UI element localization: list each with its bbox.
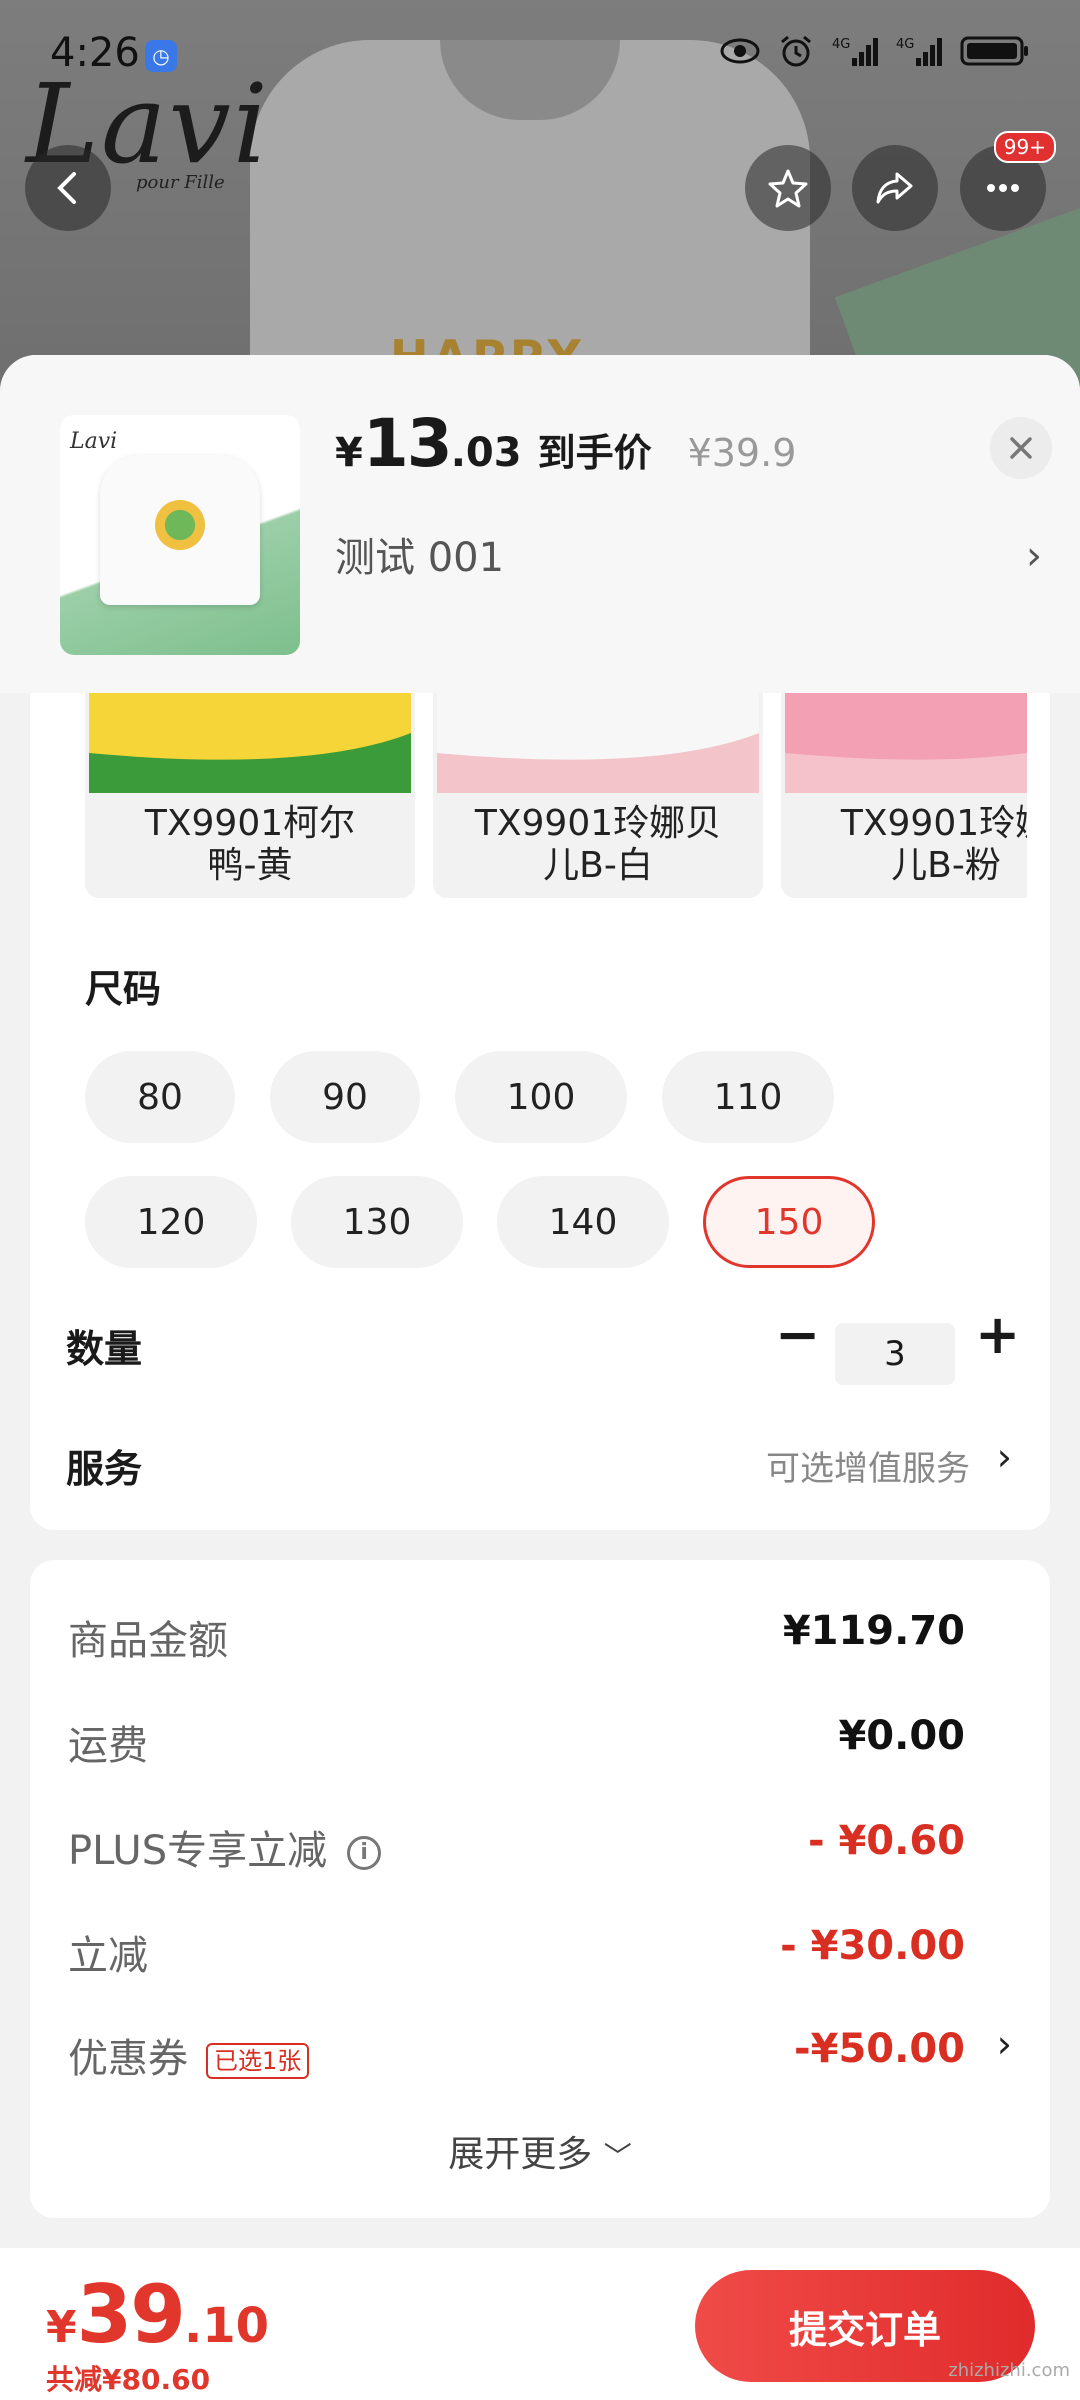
size-option-80[interactable]: 80 bbox=[85, 1051, 235, 1143]
status-time: 4:26 bbox=[50, 30, 140, 76]
color-label: TX9901玲娜贝 儿B-白 bbox=[474, 803, 722, 886]
size-option-130[interactable]: 130 bbox=[291, 1176, 463, 1268]
brand-subtitle: pour Fille bbox=[136, 172, 225, 193]
color-swatch-image bbox=[437, 693, 759, 793]
watermark: zhizhizhi.com bbox=[948, 2360, 1070, 2381]
close-button[interactable] bbox=[990, 417, 1052, 479]
svg-text:4G: 4G bbox=[896, 37, 914, 52]
size-option-120[interactable]: 120 bbox=[85, 1176, 257, 1268]
instant-discount-value: - ¥30.00 bbox=[780, 1923, 965, 1969]
price-row: ¥ 13 .03 到手价 ¥39.9 bbox=[335, 405, 796, 482]
total-saved: 共减¥80.60 bbox=[46, 2363, 211, 2396]
quantity-plus-button[interactable]: + bbox=[975, 1303, 1020, 1366]
quantity-input[interactable]: 3 bbox=[835, 1323, 955, 1385]
original-price: ¥39.9 bbox=[687, 431, 797, 475]
color-option-2[interactable]: TX9901玲娜贝 儿B-白 bbox=[433, 693, 763, 898]
shipping-label: 运费 bbox=[68, 1723, 148, 1769]
goods-amount-value: ¥119.70 bbox=[782, 1608, 965, 1654]
color-option-1[interactable]: TX9901柯尔 鸭-黄 bbox=[85, 693, 415, 898]
goods-amount-label: 商品金额 bbox=[68, 1618, 228, 1664]
price-decimal: .03 bbox=[450, 430, 522, 476]
service-value[interactable]: 可选增值服务 bbox=[766, 1441, 970, 1490]
product-thumbnail[interactable]: Lavi bbox=[60, 415, 300, 655]
price-integer: 13 bbox=[362, 405, 453, 482]
size-option-110[interactable]: 110 bbox=[662, 1051, 834, 1143]
thumbnail-brand: Lavi bbox=[70, 429, 118, 454]
quantity-title: 数量 bbox=[66, 1327, 143, 1371]
size-option-140[interactable]: 140 bbox=[497, 1176, 669, 1268]
size-option-150-selected[interactable]: 150 bbox=[703, 1176, 875, 1268]
share-icon bbox=[876, 172, 913, 204]
eye-icon bbox=[720, 38, 760, 64]
back-button[interactable] bbox=[25, 145, 111, 231]
plus-discount-label: PLUS专享立减 i bbox=[68, 1818, 382, 1876]
info-icon[interactable]: i bbox=[347, 1836, 382, 1870]
notification-badge: 99+ bbox=[993, 131, 1056, 163]
final-price-label: 到手价 bbox=[537, 431, 652, 475]
star-icon bbox=[768, 169, 808, 208]
color-options: TX9901柯尔鸭-黄 TX9901玲娜贝儿B-白 TX9901玲娜儿B bbox=[85, 693, 1027, 898]
chevron-left-icon bbox=[57, 172, 76, 204]
coupon-label[interactable]: 优惠券 已选1张 bbox=[68, 2026, 310, 2084]
color-label: TX9901柯尔 鸭-黄 bbox=[144, 803, 356, 886]
svg-text:4G: 4G bbox=[832, 37, 850, 52]
close-icon bbox=[1010, 437, 1032, 459]
color-swatch-image bbox=[785, 693, 1027, 793]
color-option-3[interactable]: TX9901玲娜儿B-粉 bbox=[781, 693, 1027, 898]
alarm-icon bbox=[781, 35, 811, 67]
coupon-selected-tag: 已选1张 bbox=[206, 2043, 310, 2079]
size-option-90[interactable]: 90 bbox=[270, 1051, 420, 1143]
coupon-value[interactable]: -¥50.00 bbox=[794, 2026, 965, 2072]
sheet-header: Lavi ¥ 13 .03 到手价 ¥39.9 测试 001 › bbox=[0, 355, 1080, 693]
checkout-bar: ¥ 39 .10 共减¥80.60 提交订单 bbox=[0, 2248, 1080, 2400]
size-title: 尺码 bbox=[85, 967, 162, 1011]
chevron-right-icon[interactable]: › bbox=[997, 1435, 1012, 1479]
color-swatch-image bbox=[89, 693, 411, 793]
price-symbol: ¥ bbox=[335, 430, 363, 476]
total-price: ¥ 39 .10 bbox=[46, 2268, 269, 2361]
status-bar: 4:26 ◷ 4G 4G bbox=[0, 0, 1080, 110]
service-title: 服务 bbox=[66, 1447, 143, 1491]
more-dots-icon bbox=[987, 184, 1019, 192]
share-button[interactable] bbox=[852, 145, 938, 231]
size-option-100[interactable]: 100 bbox=[455, 1051, 627, 1143]
chevron-down-icon: ﹀ bbox=[603, 2140, 632, 2173]
thumbnail-print bbox=[145, 490, 215, 560]
notification-app-icon: ◷ bbox=[145, 40, 177, 72]
signal-4g-icon-2: 4G bbox=[896, 37, 942, 66]
color-label: TX9901玲娜儿B-粉 bbox=[840, 803, 1027, 886]
battery-icon bbox=[960, 36, 1028, 66]
chevron-right-icon[interactable]: › bbox=[1026, 533, 1042, 579]
expand-more-button[interactable]: 展开更多 ﹀ bbox=[30, 2125, 1050, 2177]
status-icons: 4G 4G bbox=[720, 34, 1030, 68]
options-card: TX9901柯尔鸭-黄 TX9901玲娜贝儿B-白 TX9901玲娜儿B bbox=[30, 693, 1050, 1530]
instant-discount-label: 立减 bbox=[68, 1933, 148, 1979]
signal-4g-icon: 4G bbox=[832, 37, 878, 66]
purchase-sheet: Lavi ¥ 13 .03 到手价 ¥39.9 测试 001 › TX9901柯… bbox=[0, 355, 1080, 2400]
price-summary-card: 商品金额 ¥119.70 运费 ¥0.00 PLUS专享立减 i - ¥0.60 … bbox=[30, 1560, 1050, 2218]
quantity-minus-button[interactable]: − bbox=[775, 1303, 820, 1366]
favorite-button[interactable] bbox=[745, 145, 831, 231]
plus-discount-value: - ¥0.60 bbox=[807, 1818, 965, 1864]
shipping-value: ¥0.00 bbox=[838, 1713, 965, 1759]
chevron-right-icon[interactable]: › bbox=[997, 2022, 1012, 2066]
more-button[interactable]: 99+ bbox=[960, 131, 1056, 231]
selected-spec[interactable]: 测试 001 bbox=[335, 525, 504, 583]
